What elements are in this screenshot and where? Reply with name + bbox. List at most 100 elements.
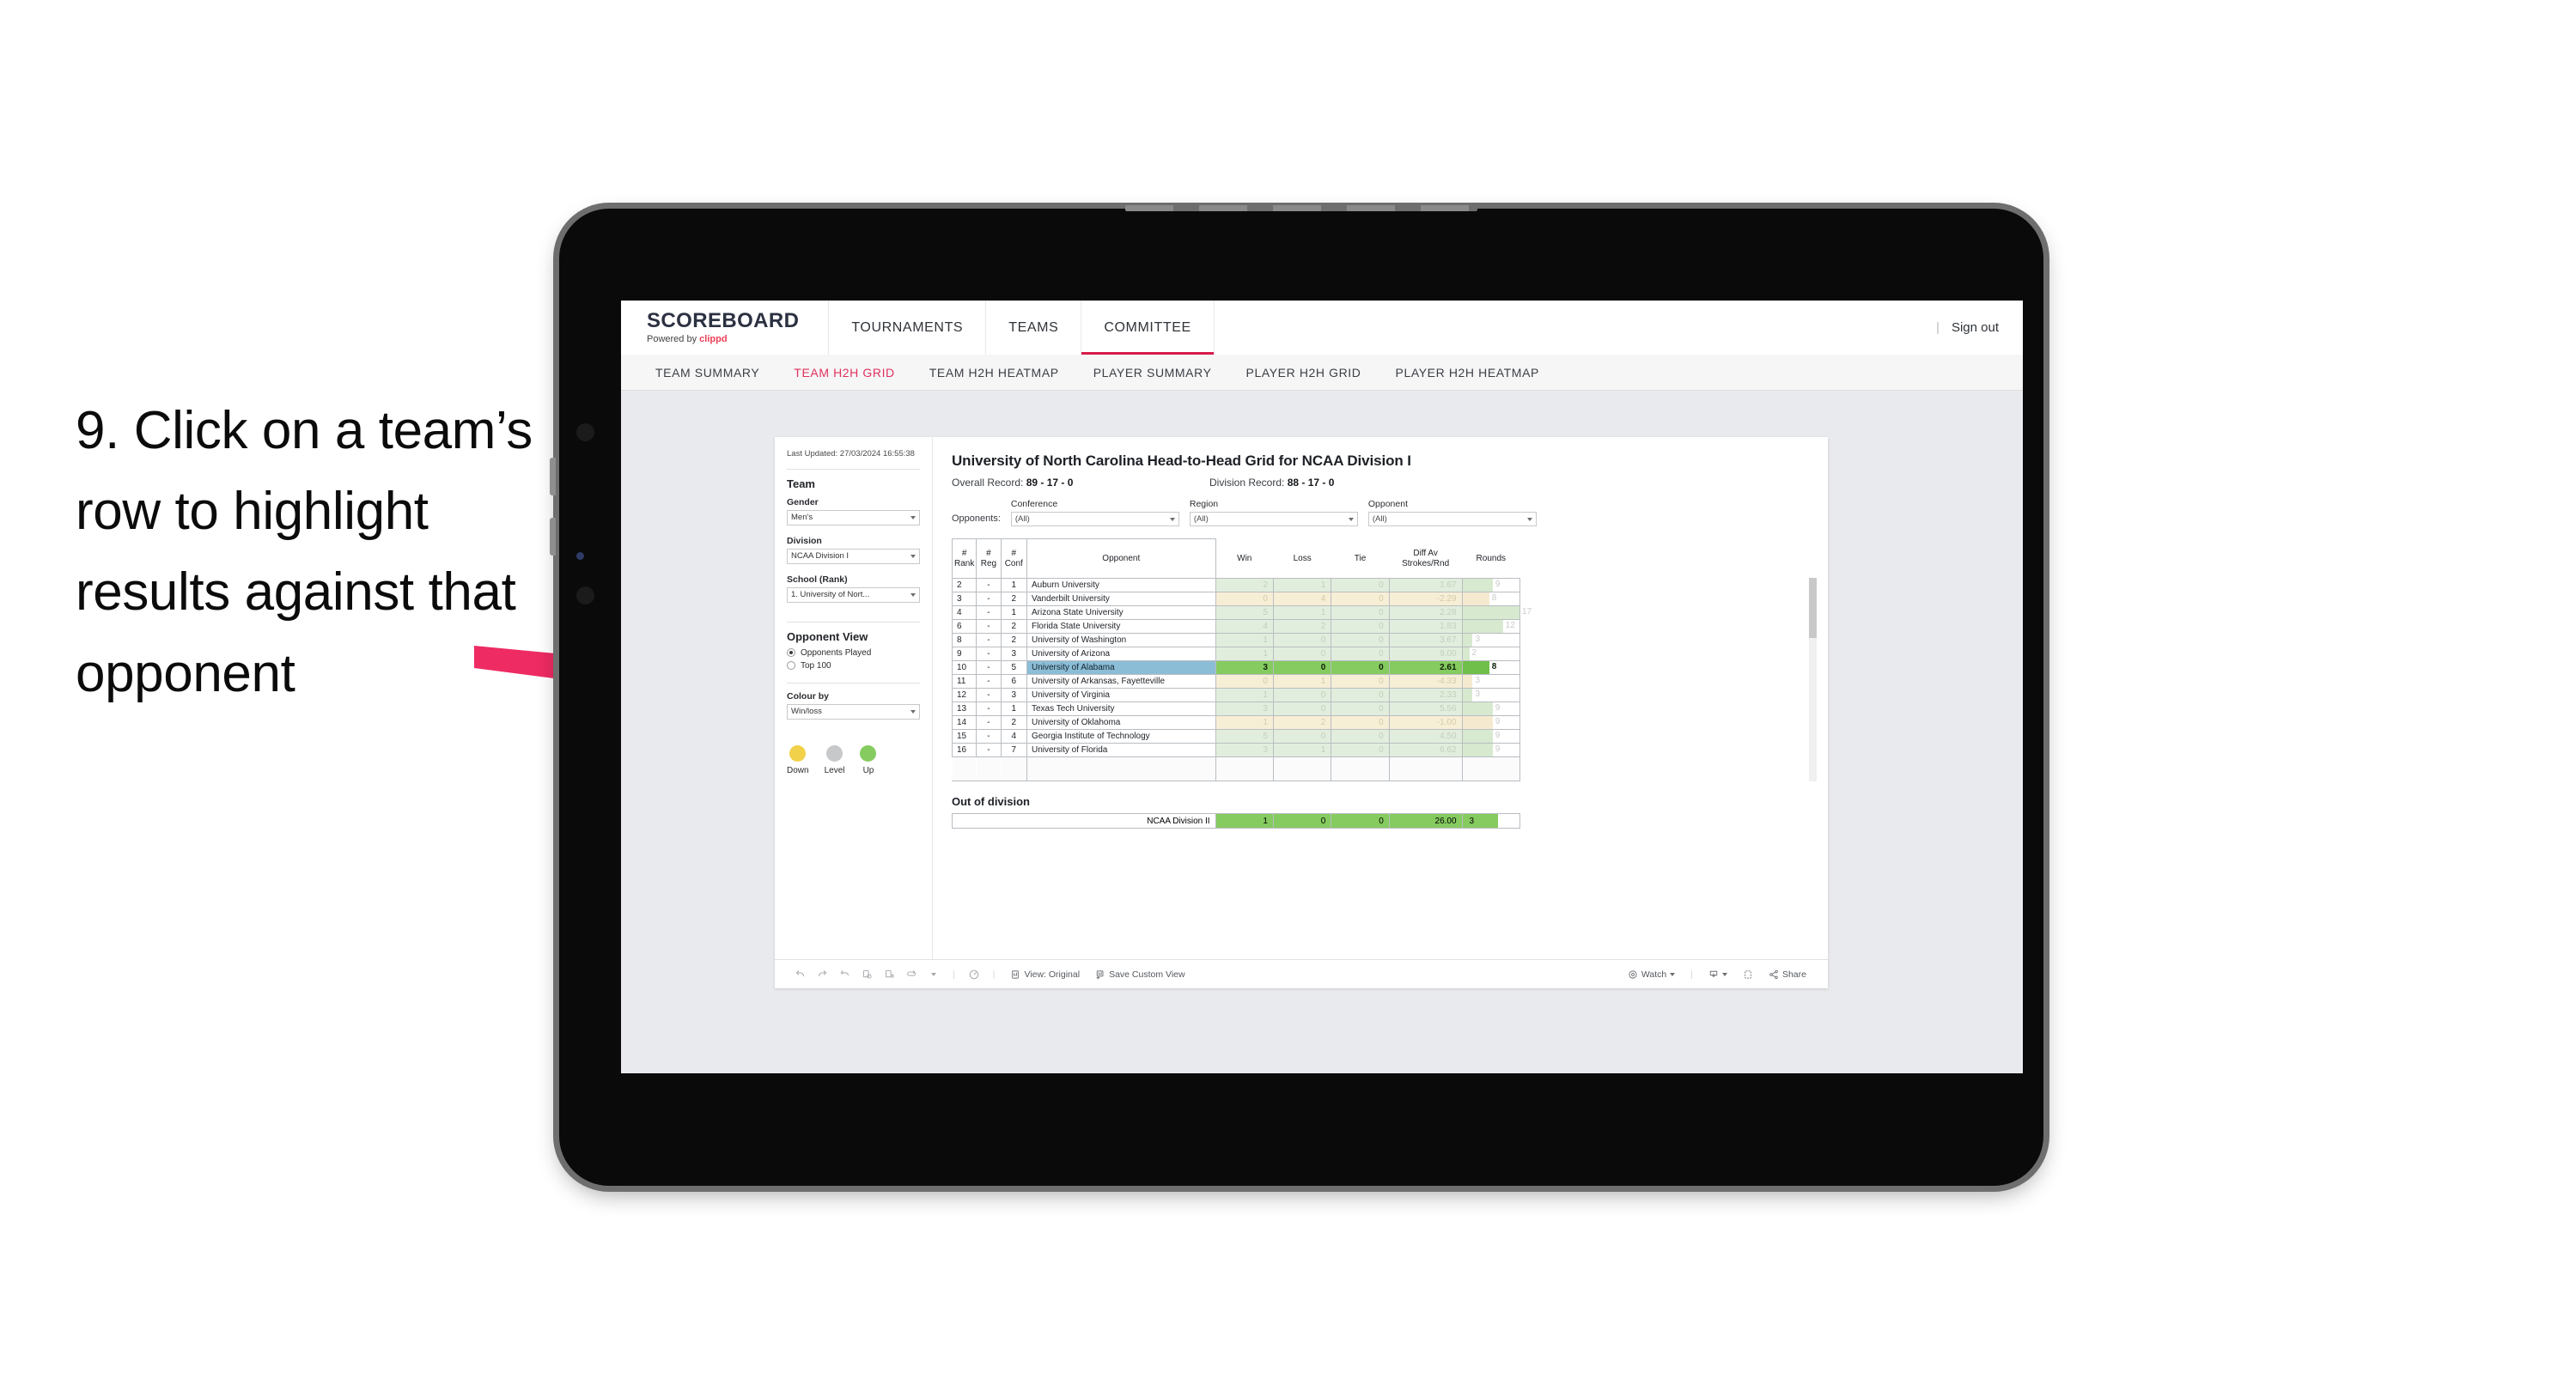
conference-select[interactable]: (All) xyxy=(1010,512,1179,526)
redo-icon[interactable] xyxy=(811,969,833,980)
opponent-select[interactable]: (All) xyxy=(1367,512,1537,526)
cell-diff: 5.56 xyxy=(1388,702,1463,716)
cell-diff: 2.28 xyxy=(1388,605,1463,620)
chevron-down-icon xyxy=(910,515,916,519)
cell-opponent: Arizona State University xyxy=(1026,605,1216,620)
cell-opponent: Georgia Institute of Technology xyxy=(1026,729,1216,744)
view-original-button[interactable]: View: Original xyxy=(1002,969,1087,980)
nav-teams[interactable]: TEAMS xyxy=(986,301,1082,355)
brand-logo[interactable]: SCOREBOARD Powered by clippd xyxy=(621,301,830,355)
tab-player-h2h-heatmap[interactable]: PLAYER H2H HEATMAP xyxy=(1379,366,1556,380)
chevron-down-icon[interactable] xyxy=(923,972,945,976)
division-select[interactable]: NCAA Division I xyxy=(787,548,920,564)
table-row[interactable]: 11-6 University of Arkansas, Fayetteville… xyxy=(951,674,1521,689)
sidebar-divider-1 xyxy=(787,468,920,470)
watch-button[interactable]: Watch xyxy=(1620,969,1683,980)
download-button[interactable] xyxy=(1701,969,1735,980)
tab-team-h2h-grid[interactable]: TEAM H2H GRID xyxy=(776,366,911,380)
radio-opponents-played-label: Opponents Played xyxy=(801,647,872,658)
revert-icon[interactable] xyxy=(833,969,856,980)
out-div-loss: 0 xyxy=(1272,813,1332,829)
cell-diff: -4.33 xyxy=(1388,674,1463,689)
school-label: School (Rank) xyxy=(787,574,848,585)
cell-rounds: 9 xyxy=(1461,743,1521,757)
cell-diff: 4.50 xyxy=(1388,729,1463,744)
rounds-bar xyxy=(1462,592,1489,605)
gender-select[interactable]: Men’s xyxy=(787,509,920,525)
rounds-value: 8 xyxy=(1491,593,1497,603)
legend-swatch-down xyxy=(789,744,807,762)
rounds-value: 9 xyxy=(1495,580,1501,589)
cell-diff: -2.29 xyxy=(1388,592,1463,606)
legend-swatch-up xyxy=(860,744,877,762)
table-row[interactable]: 8-2 University of Washington 1 0 0 3.67 3 xyxy=(951,633,1521,647)
chevron-down-icon xyxy=(910,709,916,714)
cell-reg: - xyxy=(976,592,1002,606)
rounds-value: 9 xyxy=(1495,703,1501,713)
colour-by-select[interactable]: Win/loss xyxy=(787,703,920,720)
nav-tournaments[interactable]: TOURNAMENTS xyxy=(829,301,987,355)
rounds-bar xyxy=(1462,647,1470,660)
cell-rounds: 8 xyxy=(1461,592,1521,606)
undo-icon[interactable] xyxy=(789,969,811,980)
table-row[interactable]: 4-1 Arizona State University 5 1 0 2.28 17 xyxy=(951,605,1532,620)
table-row[interactable]: 6-2 Florida State University 4 2 0 1.83 12 xyxy=(951,619,1521,634)
radio-top-100[interactable]: Top 100 xyxy=(787,661,920,671)
overall-record-label: Overall Record: xyxy=(952,477,1026,489)
view-original-label: View: Original xyxy=(1024,969,1081,980)
tab-team-summary[interactable]: TEAM SUMMARY xyxy=(638,366,776,380)
highlight-icon[interactable] xyxy=(963,969,985,981)
table-row[interactable]: 12-3 University of Virginia 1 0 0 2.33 3 xyxy=(951,688,1521,702)
out-of-division-row[interactable]: NCAA Division II 1 0 0 26.00 3 xyxy=(952,813,1521,829)
fullscreen-button[interactable] xyxy=(1735,969,1761,980)
table-row[interactable]: 10-5 University of Alabama 3 0 0 2.61 8 xyxy=(951,660,1521,675)
table-scrollbar-thumb[interactable] xyxy=(1809,578,1817,638)
rounds-bar xyxy=(1462,730,1493,743)
cell-rank: 14 xyxy=(951,715,977,730)
tab-player-summary[interactable]: PLAYER SUMMARY xyxy=(1076,366,1229,380)
filler-cell xyxy=(1272,756,1332,781)
page-title: University of North Carolina Head-to-Hea… xyxy=(952,453,1411,469)
table-row[interactable]: 13-1 Texas Tech University 3 0 0 5.56 9 xyxy=(951,702,1521,716)
brand-tagline: Powered by clippd xyxy=(647,334,799,344)
rounds-value: 9 xyxy=(1495,717,1501,726)
save-custom-view-label: Save Custom View xyxy=(1109,969,1185,980)
legend-swatch-level xyxy=(826,744,843,762)
table-row[interactable]: 15-4 Georgia Institute of Technology 5 0 0 4.… xyxy=(951,729,1521,744)
loop-icon[interactable] xyxy=(900,969,923,980)
chevron-down-icon xyxy=(1670,972,1676,976)
col-loss: Loss xyxy=(1272,538,1332,579)
share-button[interactable]: Share xyxy=(1761,969,1814,980)
school-select[interactable]: 1. University of Nort... xyxy=(787,586,920,603)
filler-cell xyxy=(1215,756,1274,781)
legend-level: Level xyxy=(825,744,844,775)
tab-player-h2h-grid[interactable]: PLAYER H2H GRID xyxy=(1229,366,1379,380)
camera-dot-bottom xyxy=(576,586,594,604)
cell-conf: 1 xyxy=(1000,605,1027,620)
radio-opponents-played[interactable]: Opponents Played xyxy=(787,648,920,658)
region-select[interactable]: (All) xyxy=(1189,512,1358,526)
table-row[interactable]: 3-2 Vanderbilt University 0 4 0 -2.29 8 xyxy=(951,592,1521,606)
cell-reg: - xyxy=(976,647,1002,661)
cell-opponent: University of Virginia xyxy=(1026,688,1216,702)
refresh-data-icon[interactable] xyxy=(856,969,878,980)
sign-out-link[interactable]: Sign out xyxy=(1952,320,1999,335)
table-row[interactable]: 2-1 Auburn University 2 1 0 1.67 9 xyxy=(951,578,1521,592)
table-row[interactable]: 9-3 University of Arizona 1 0 0 9.00 2 xyxy=(951,647,1521,661)
division-label: Division xyxy=(787,535,822,546)
table-row[interactable]: 14-2 University of Oklahoma 1 2 0 -1.00 9 xyxy=(951,715,1521,730)
gender-value: Men’s xyxy=(791,513,813,523)
share-label: Share xyxy=(1781,969,1806,980)
watch-label: Watch xyxy=(1641,969,1667,980)
cell-win: 0 xyxy=(1215,592,1274,606)
cell-opponent: University of Arizona xyxy=(1026,647,1216,661)
legend-down: Down xyxy=(787,744,809,775)
table-row[interactable]: 16-7 University of Florida 3 1 0 6.62 9 xyxy=(951,743,1521,757)
cell-win: 1 xyxy=(1215,688,1274,702)
cell-tie: 0 xyxy=(1331,578,1390,592)
cell-diff: -1.00 xyxy=(1388,715,1463,730)
nav-committee[interactable]: COMMITTEE xyxy=(1081,301,1215,355)
pause-icon[interactable] xyxy=(878,969,900,980)
save-custom-view-button[interactable]: Save Custom View xyxy=(1087,969,1193,980)
tab-team-h2h-heatmap[interactable]: TEAM H2H HEATMAP xyxy=(912,366,1076,380)
